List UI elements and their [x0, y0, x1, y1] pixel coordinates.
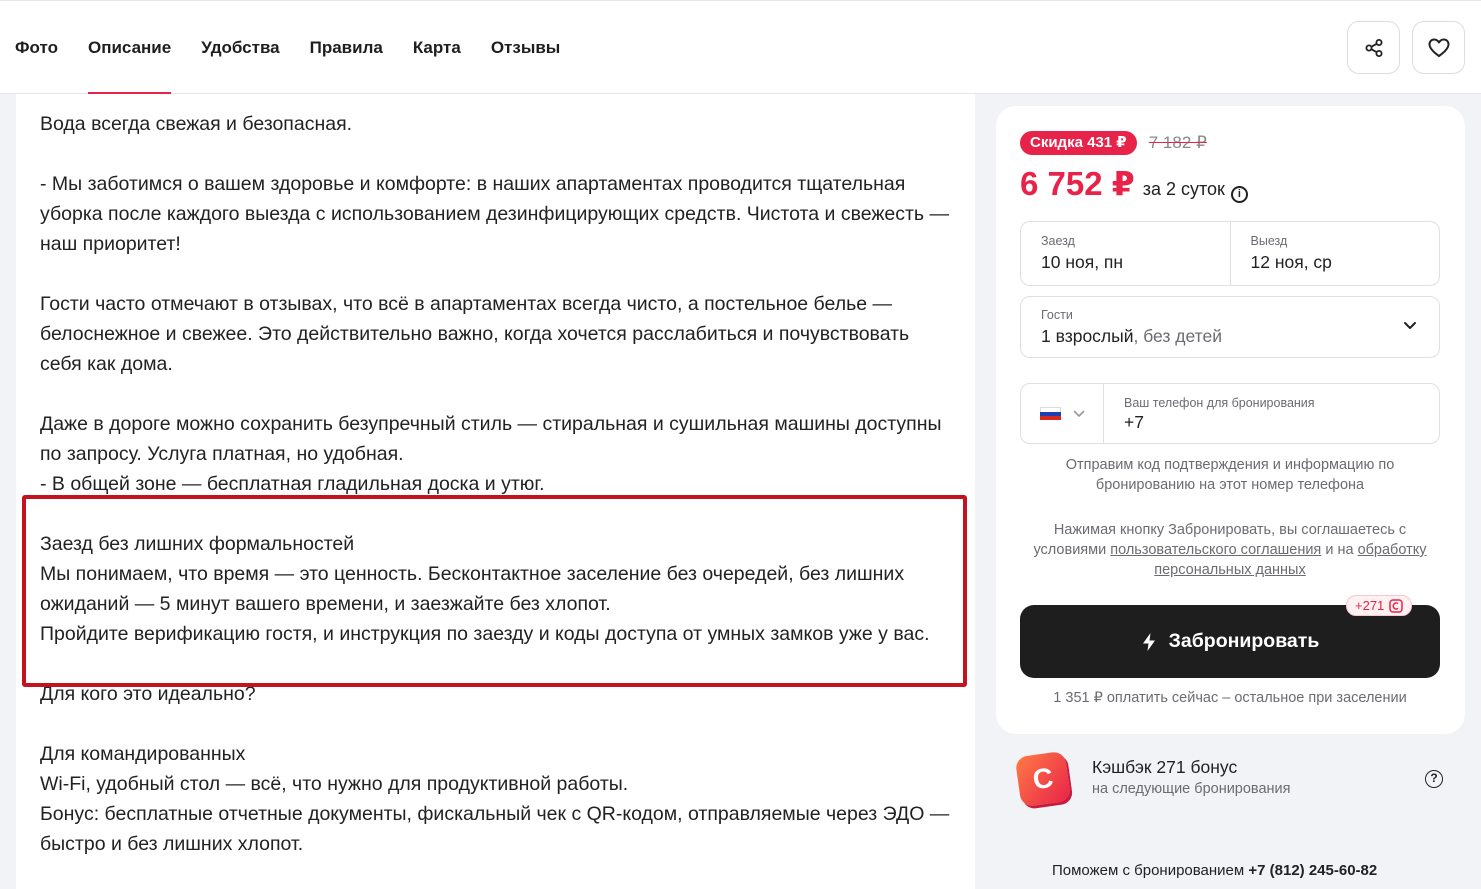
tab-description[interactable]: Описание [87, 1, 172, 95]
country-code-select[interactable] [1021, 384, 1104, 443]
price-row: 6 752 ₽ за 2 суток i [1020, 164, 1248, 203]
bonus-coin-icon [1389, 598, 1404, 613]
cashback-subtitle: на следующие бронирования [1092, 781, 1291, 797]
section-tabs: Фото Описание Удобства Правила Карта Отз… [15, 1, 560, 95]
tab-map[interactable]: Карта [413, 1, 461, 95]
phone-input[interactable]: +7 [1124, 412, 1419, 433]
guests-adults: 1 взрослый [1041, 326, 1134, 346]
checkin-label: Заезд [1041, 234, 1075, 248]
terms-mid: и на [1321, 542, 1358, 558]
bonus-tag: +271 [1346, 595, 1413, 616]
guests-label: Гости [1041, 308, 1073, 322]
desc-paragraph: - Мы заботимся о вашем здоровье и комфор… [40, 173, 955, 255]
old-price: 7 182 ₽ [1148, 133, 1207, 152]
tab-rules[interactable]: Правила [310, 1, 383, 95]
booking-card: Скидка 431 ₽ 7 182 ₽ 6 752 ₽ за 2 суток … [996, 106, 1465, 734]
desc-paragraph: Бонус: бесплатные отчетные документы, фи… [40, 803, 955, 855]
guests-children: , без детей [1133, 326, 1222, 346]
desc-paragraph: Вода всегда свежая и безопасная. [40, 113, 353, 135]
description-text: Вода всегда свежая и безопасная. - Мы за… [40, 94, 955, 859]
user-agreement-link[interactable]: пользовательского соглашения [1110, 542, 1321, 558]
phone-input-group: Ваш телефон для бронирования +7 [1020, 383, 1440, 444]
desc-paragraph: Гости часто отмечают в отзывах, что всё … [40, 293, 915, 375]
price-period: за 2 суток [1142, 179, 1225, 199]
bonus-amount: +271 [1355, 598, 1385, 613]
desc-paragraph: Даже в дороге можно сохранить безупречны… [40, 413, 947, 465]
checkin-value: 10 ноя, пн [1041, 252, 1124, 272]
cashback-logo-icon: C [1014, 750, 1072, 808]
book-button-label: Забронировать [1168, 630, 1320, 652]
chevron-down-icon [1073, 410, 1084, 417]
info-icon[interactable]: i [1230, 186, 1248, 203]
share-icon [1365, 38, 1382, 57]
tab-photos[interactable]: Фото [15, 1, 58, 95]
cashback-title: Кэшбэк 271 бонус [1092, 757, 1238, 777]
help-phone-link[interactable]: +7 (812) 245-60-82 [1248, 862, 1377, 879]
help-prefix: Поможем с бронированием [1052, 862, 1249, 879]
desc-paragraph: Wi-Fi, удобный стол — всё, что нужно для… [40, 773, 629, 795]
discount-badge: Скидка 431 ₽ [1020, 131, 1137, 155]
chevron-down-icon [1404, 322, 1416, 329]
help-icon[interactable]: ? [1425, 770, 1443, 788]
terms-note: Нажимая кнопку Забронировать, вы соглаша… [1020, 520, 1440, 580]
phone-field[interactable]: Ваш телефон для бронирования +7 [1104, 384, 1439, 443]
sms-note: Отправим код подтверждения и информацию … [1065, 457, 1395, 493]
checkin-field[interactable]: Заезд 10 ноя, пн [1021, 222, 1230, 285]
checkout-value: 12 ноя, ср [1250, 252, 1332, 272]
guests-selector[interactable]: Гости 1 взрослый, без детей [1020, 296, 1440, 358]
lightning-icon [1142, 632, 1155, 651]
top-navigation-bar: Фото Описание Удобства Правила Карта Отз… [0, 0, 1481, 95]
help-contact: Поможем с бронированием +7 (812) 245-60-… [1052, 862, 1377, 879]
tab-reviews[interactable]: Отзывы [491, 1, 561, 95]
payment-note: 1 351 ₽ оплатить сейчас – остальное при … [1053, 690, 1407, 706]
favorite-button[interactable] [1412, 21, 1465, 74]
checkout-field[interactable]: Выезд 12 ноя, ср [1229, 222, 1440, 285]
description-panel: Вода всегда свежая и безопасная. - Мы за… [16, 94, 975, 889]
heart-icon [1428, 38, 1449, 57]
current-price: 6 752 ₽ [1020, 165, 1135, 202]
cashback-panel: C Кэшбэк 271 бонус на следующие брониров… [996, 741, 1465, 823]
discount-row: Скидка 431 ₽ 7 182 ₽ [1020, 131, 1207, 155]
highlight-annotation-box [22, 495, 967, 687]
phone-label: Ваш телефон для бронирования [1124, 396, 1315, 410]
guests-value: 1 взрослый, без детей [1041, 326, 1419, 347]
russia-flag-icon [1039, 406, 1061, 421]
share-button[interactable] [1347, 21, 1400, 74]
checkout-label: Выезд [1250, 234, 1288, 248]
dates-selector: Заезд 10 ноя, пн Выезд 12 ноя, ср [1020, 221, 1440, 286]
desc-paragraph: Для командированных [40, 743, 246, 765]
tab-amenities[interactable]: Удобства [201, 1, 279, 95]
